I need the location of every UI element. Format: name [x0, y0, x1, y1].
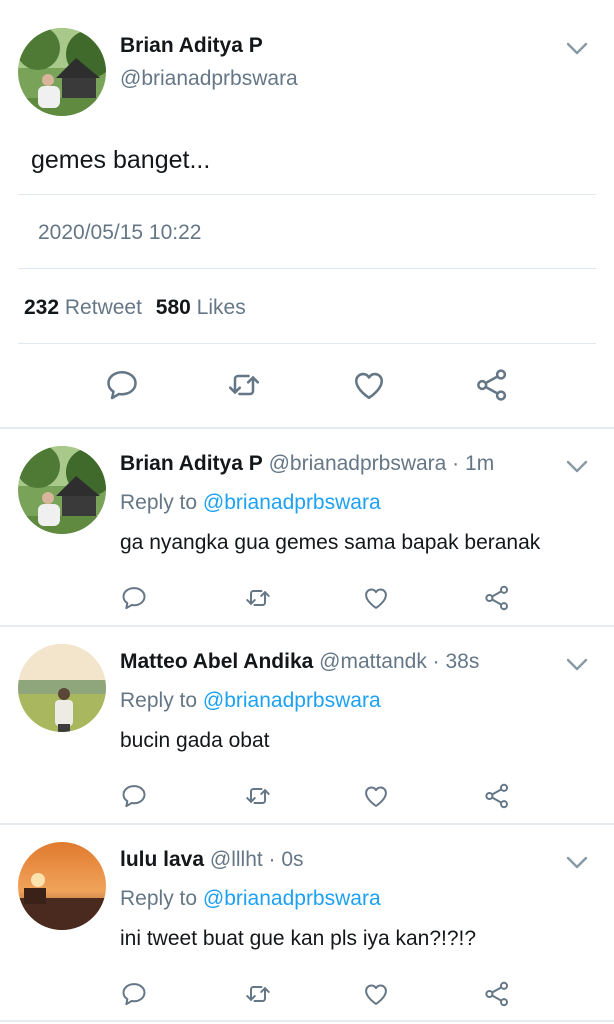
likes-count[interactable]: 580: [156, 296, 191, 319]
reply-text: ga nyangka gua gemes sama bapak beranak: [120, 531, 541, 554]
chevron-down-icon[interactable]: [566, 658, 588, 672]
reply-to: Reply to @brianadprbswara: [120, 491, 381, 515]
reply-to-handle[interactable]: @brianadprbswara: [203, 491, 381, 514]
author-meta[interactable]: @brianadprbswara · 1m: [269, 452, 495, 475]
author-name[interactable]: Brian Aditya P: [120, 34, 263, 58]
reply-icon[interactable]: [120, 980, 148, 1008]
reply-to-label: Reply to: [120, 689, 198, 712]
section-divider: [0, 1020, 614, 1022]
reply-to: Reply to @brianadprbswara: [120, 689, 381, 713]
like-icon[interactable]: [362, 584, 390, 612]
section-divider: [0, 427, 614, 429]
like-icon[interactable]: [362, 980, 390, 1008]
author-meta[interactable]: @lllht · 0s: [210, 848, 304, 871]
divider: [18, 343, 596, 344]
author-name[interactable]: Matteo Abel Andika: [120, 650, 313, 673]
retweet-icon[interactable]: [244, 584, 272, 612]
section-divider: [0, 823, 614, 825]
avatar[interactable]: [18, 644, 106, 732]
like-icon[interactable]: [362, 782, 390, 810]
reply-to-handle[interactable]: @brianadprbswara: [203, 887, 381, 910]
share-icon[interactable]: [483, 782, 511, 810]
chevron-down-icon[interactable]: [566, 856, 588, 870]
divider: [18, 268, 596, 269]
retweet-label[interactable]: Retweet: [65, 296, 142, 319]
author-name[interactable]: Brian Aditya P: [120, 452, 263, 475]
reply-header: Matteo Abel Andika @mattandk · 38s: [120, 650, 479, 674]
tweet-timestamp: 2020/05/15 10:22: [38, 221, 202, 244]
reply-header: Brian Aditya P @brianadprbswara · 1m: [120, 452, 494, 476]
avatar[interactable]: [18, 842, 106, 930]
divider: [18, 194, 596, 195]
retweet-icon[interactable]: [244, 782, 272, 810]
share-icon[interactable]: [483, 980, 511, 1008]
retweet-icon[interactable]: [226, 367, 262, 403]
reply-to-handle[interactable]: @brianadprbswara: [203, 689, 381, 712]
author-handle[interactable]: @brianadprbswara: [120, 67, 298, 91]
reply-text: bucin gada obat: [120, 729, 270, 752]
chevron-down-icon[interactable]: [566, 42, 588, 56]
reply-text: ini tweet buat gue kan pls iya kan?!?!?: [120, 927, 477, 950]
avatar[interactable]: [18, 446, 106, 534]
reply-header: lulu lava @lllht · 0s: [120, 848, 304, 872]
reply-icon[interactable]: [120, 584, 148, 612]
reply-to: Reply to @brianadprbswara: [120, 887, 381, 911]
reply-icon[interactable]: [104, 367, 140, 403]
reply-to-label: Reply to: [120, 887, 198, 910]
retweet-icon[interactable]: [244, 980, 272, 1008]
tweet-text: gemes banget...: [31, 146, 211, 174]
like-icon[interactable]: [351, 367, 387, 403]
avatar[interactable]: [18, 28, 106, 116]
chevron-down-icon[interactable]: [566, 460, 588, 474]
tweet-stats: 232 Retweet 580 Likes: [24, 296, 246, 320]
reply-icon[interactable]: [120, 782, 148, 810]
section-divider: [0, 625, 614, 627]
author-name[interactable]: lulu lava: [120, 848, 204, 871]
author-meta[interactable]: @mattandk · 38s: [319, 650, 479, 673]
likes-label[interactable]: Likes: [197, 296, 246, 319]
retweet-count[interactable]: 232: [24, 296, 59, 319]
reply-to-label: Reply to: [120, 491, 198, 514]
share-icon[interactable]: [474, 367, 510, 403]
share-icon[interactable]: [483, 584, 511, 612]
